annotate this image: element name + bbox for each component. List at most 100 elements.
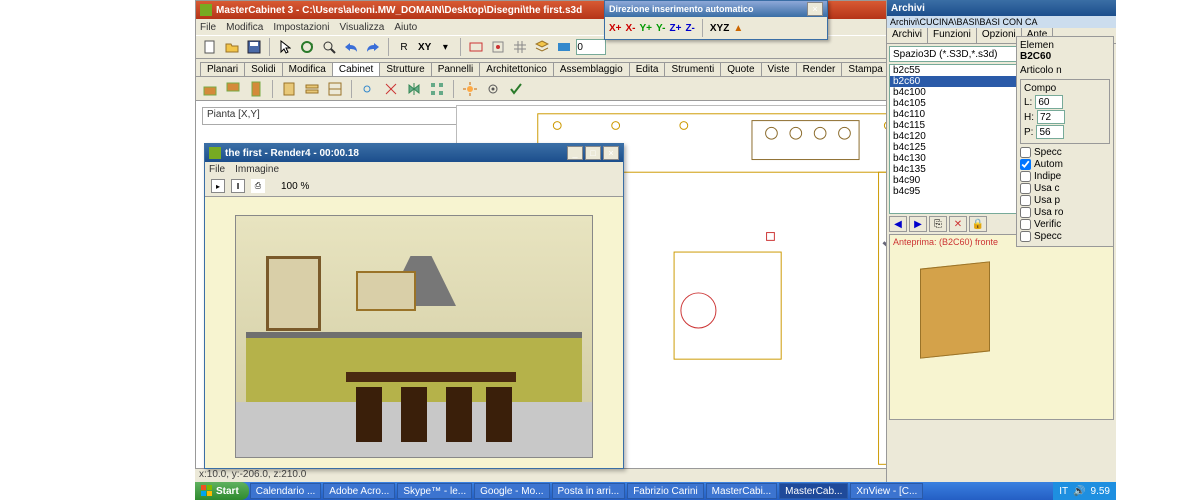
spin-value[interactable] [576,39,606,55]
render-minimize-button[interactable]: _ [567,146,583,160]
subtab-opzioni[interactable]: Opzioni [977,28,1022,43]
task-item[interactable]: XnView - [C... [850,483,923,499]
tab-viste[interactable]: Viste [761,62,797,76]
nav-next-icon[interactable]: ▶ [909,216,927,232]
tab-cabinet[interactable]: Cabinet [332,62,380,76]
save-icon[interactable] [244,37,264,57]
tab-pannelli[interactable]: Pannelli [431,62,481,76]
subtab-funzioni[interactable]: Funzioni [928,28,977,43]
grid-icon[interactable] [510,37,530,57]
render-window[interactable]: the first - Render4 - 00:00.18 _ □ × Fil… [204,143,624,469]
menu-visualizza[interactable]: Visualizza [340,22,385,33]
zoom-icon[interactable] [319,37,339,57]
dir-xyz[interactable]: XYZ [710,23,729,34]
rotate-icon[interactable]: R [394,37,414,57]
explode-icon[interactable] [460,79,480,99]
tab-strutture[interactable]: Strutture [379,62,431,76]
redo-icon[interactable] [363,37,383,57]
open-icon[interactable] [222,37,242,57]
cab-drawer-icon[interactable] [302,79,322,99]
tab-stampa[interactable]: Stampa [841,62,889,76]
undo-icon[interactable] [341,37,361,57]
dir-x-minus[interactable]: X- [626,23,636,34]
play-icon[interactable]: ▸ [211,179,225,193]
array-icon[interactable] [427,79,447,99]
task-item[interactable]: Calendario ... [250,483,321,499]
layers-icon[interactable] [532,37,552,57]
unlink-icon[interactable] [381,79,401,99]
render-menu-file[interactable]: File [209,164,225,175]
tab-assemblaggio[interactable]: Assemblaggio [553,62,630,76]
tray-net-icon[interactable]: 🔊 [1073,486,1085,497]
chk-usa-p[interactable] [1020,195,1031,206]
tab-strumenti[interactable]: Strumenti [664,62,721,76]
start-button[interactable]: Start [195,482,249,500]
chk-indipe[interactable] [1020,171,1031,182]
cab-wall-icon[interactable] [223,79,243,99]
check-icon[interactable] [506,79,526,99]
cab-door-icon[interactable] [279,79,299,99]
direction-close-button[interactable]: × [807,2,823,16]
pause-icon[interactable]: ‖ [231,179,245,193]
render-close-button[interactable]: × [603,146,619,160]
dir-y-minus[interactable]: Y- [656,23,665,34]
task-item[interactable]: Fabrizio Carini [627,483,703,499]
cab-base-icon[interactable] [200,79,220,99]
chk-specc[interactable] [1020,147,1031,158]
task-item[interactable]: Adobe Acro... [323,483,395,499]
stop-icon[interactable]: ⎙ [251,179,265,193]
chk-usa-ro[interactable] [1020,207,1031,218]
tab-quote[interactable]: Quote [720,62,761,76]
menu-aiuto[interactable]: Aiuto [394,22,417,33]
chk-usa-c[interactable] [1020,183,1031,194]
chk-verific[interactable] [1020,219,1031,230]
task-item[interactable]: MasterCabi... [706,483,777,499]
tab-solidi[interactable]: Solidi [244,62,282,76]
dir-x-plus[interactable]: X+ [609,23,622,34]
axis-dropdown-icon[interactable]: ▾ [435,37,455,57]
menu-file[interactable]: File [200,22,216,33]
subtab-archivi[interactable]: Archivi [887,28,928,43]
dim-h-input[interactable] [1037,110,1065,124]
tab-render[interactable]: Render [796,62,843,76]
nav-copy-icon[interactable]: ⎘ [929,216,947,232]
direction-toolbar-window[interactable]: Direzione inserimento automatico × X+ X-… [604,0,828,40]
dir-z-minus[interactable]: Z- [685,23,694,34]
dim-p-input[interactable] [1036,125,1064,139]
task-item[interactable]: MasterCab... [779,483,848,499]
dir-y-plus[interactable]: Y+ [640,23,653,34]
triangle-icon[interactable]: ▲ [733,23,743,34]
chk-autom[interactable] [1020,159,1031,170]
menu-impostazioni[interactable]: Impostazioni [273,22,329,33]
menu-modifica[interactable]: Modifica [226,22,263,33]
task-item[interactable]: Skype™ - le... [397,483,472,499]
tab-modifica[interactable]: Modifica [282,62,333,76]
pointer-icon[interactable] [275,37,295,57]
system-tray[interactable]: IT 🔊 9.59 [1053,482,1116,500]
render-icon[interactable] [554,37,574,57]
gear-icon[interactable] [483,79,503,99]
render-maximize-button[interactable]: □ [585,146,601,160]
mirror-icon[interactable] [404,79,424,99]
nav-delete-icon[interactable]: ✕ [949,216,967,232]
new-icon[interactable] [200,37,220,57]
task-item[interactable]: Google - Mo... [474,483,549,499]
dim-l-input[interactable] [1035,95,1063,109]
task-item[interactable]: Posta in arri... [552,483,626,499]
render-menu-immagine[interactable]: Immagine [235,164,279,175]
refresh-icon[interactable] [297,37,317,57]
dir-z-plus[interactable]: Z+ [669,23,681,34]
link-icon[interactable] [358,79,378,99]
tab-planari[interactable]: Planari [200,62,245,76]
render-app-icon [209,147,221,159]
tab-edita[interactable]: Edita [629,62,666,76]
tab-architettonico[interactable]: Architettonico [479,62,554,76]
chk-specc2[interactable] [1020,231,1031,242]
nav-lock-icon[interactable]: 🔒 [969,216,987,232]
rect-tool-icon[interactable] [466,37,486,57]
tray-lang[interactable]: IT [1059,486,1068,497]
nav-prev-icon[interactable]: ◀ [889,216,907,232]
snap-icon[interactable] [488,37,508,57]
cab-tall-icon[interactable] [246,79,266,99]
cab-shelf-icon[interactable] [325,79,345,99]
